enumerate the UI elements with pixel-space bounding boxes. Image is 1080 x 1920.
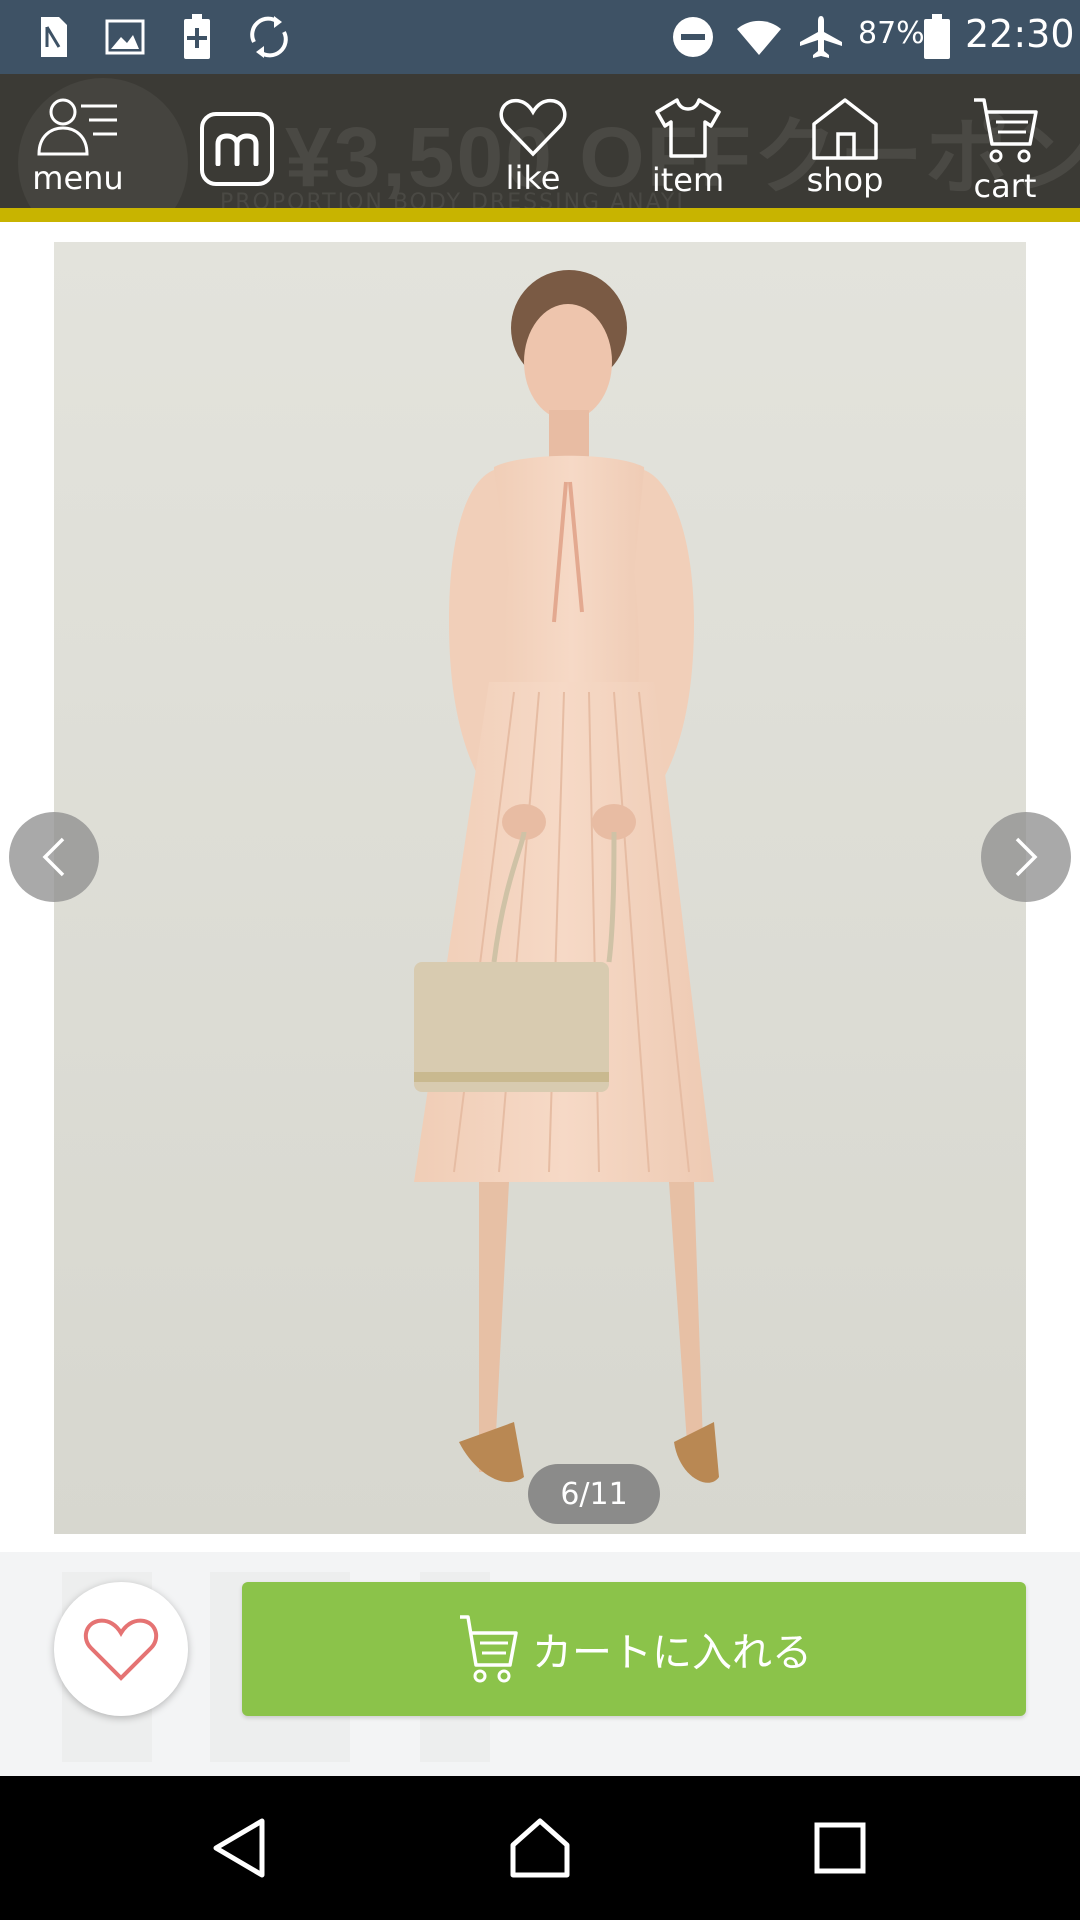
item-label: item [651,161,725,199]
shop-nav-button[interactable]: shop [785,96,905,206]
status-bar: 87% 22:30 [0,0,1080,74]
item-nav-button[interactable]: item [628,96,748,206]
next-image-button[interactable] [981,812,1071,902]
menu-label: menu [32,159,124,197]
product-carousel: 6/11 [0,222,1080,1552]
cart-label: cart [973,167,1037,205]
image-icon [100,12,150,62]
recents-square-icon [814,1822,866,1874]
home-icon [510,1818,570,1878]
sim-icon [28,12,78,62]
airplane-icon [796,12,846,62]
recents-button[interactable] [800,1808,880,1888]
battery-icon [912,12,962,62]
accent-strip [0,208,1080,222]
heart-outline-icon [83,1618,159,1681]
back-triangle-icon [213,1818,265,1878]
tshirt-icon [655,98,721,158]
clock: 22:30 [965,12,1075,56]
product-photo[interactable]: 6/11 [54,242,1026,1534]
cart-icon [974,98,1038,163]
system-navigation-bar [0,1776,1080,1920]
cart-icon [460,1615,518,1683]
app-header: ¥3,500 OFFクーポン! PROPORTION BODY DRESSING… [0,74,1080,222]
battery-saver-icon [172,12,222,62]
like-nav-button[interactable]: like [473,96,593,206]
sync-icon [244,12,294,62]
model-illustration [54,242,1026,1534]
add-to-cart-button[interactable]: カートに入れる [242,1582,1026,1716]
shop-label: shop [806,161,884,199]
cart-nav-button[interactable]: cart [945,96,1065,206]
home-button[interactable] [500,1808,580,1888]
menu-button[interactable]: menu [18,96,138,206]
logo-button[interactable] [200,112,274,186]
do-not-disturb-icon [668,12,718,62]
back-button[interactable] [200,1808,280,1888]
like-button[interactable] [54,1582,188,1716]
logo-m-icon [215,133,259,166]
page-indicator: 6/11 [528,1464,660,1524]
previous-image-button[interactable] [9,812,99,902]
shop-icon [812,98,878,160]
like-label: like [505,159,561,197]
add-to-cart-label: カートに入れる [532,1630,812,1676]
menu-icon [37,98,117,156]
wifi-icon [734,12,784,62]
action-bar: カートに入れる [0,1552,1080,1776]
heart-icon [499,98,567,157]
chevron-right-icon [1015,837,1038,877]
chevron-left-icon [42,837,65,877]
